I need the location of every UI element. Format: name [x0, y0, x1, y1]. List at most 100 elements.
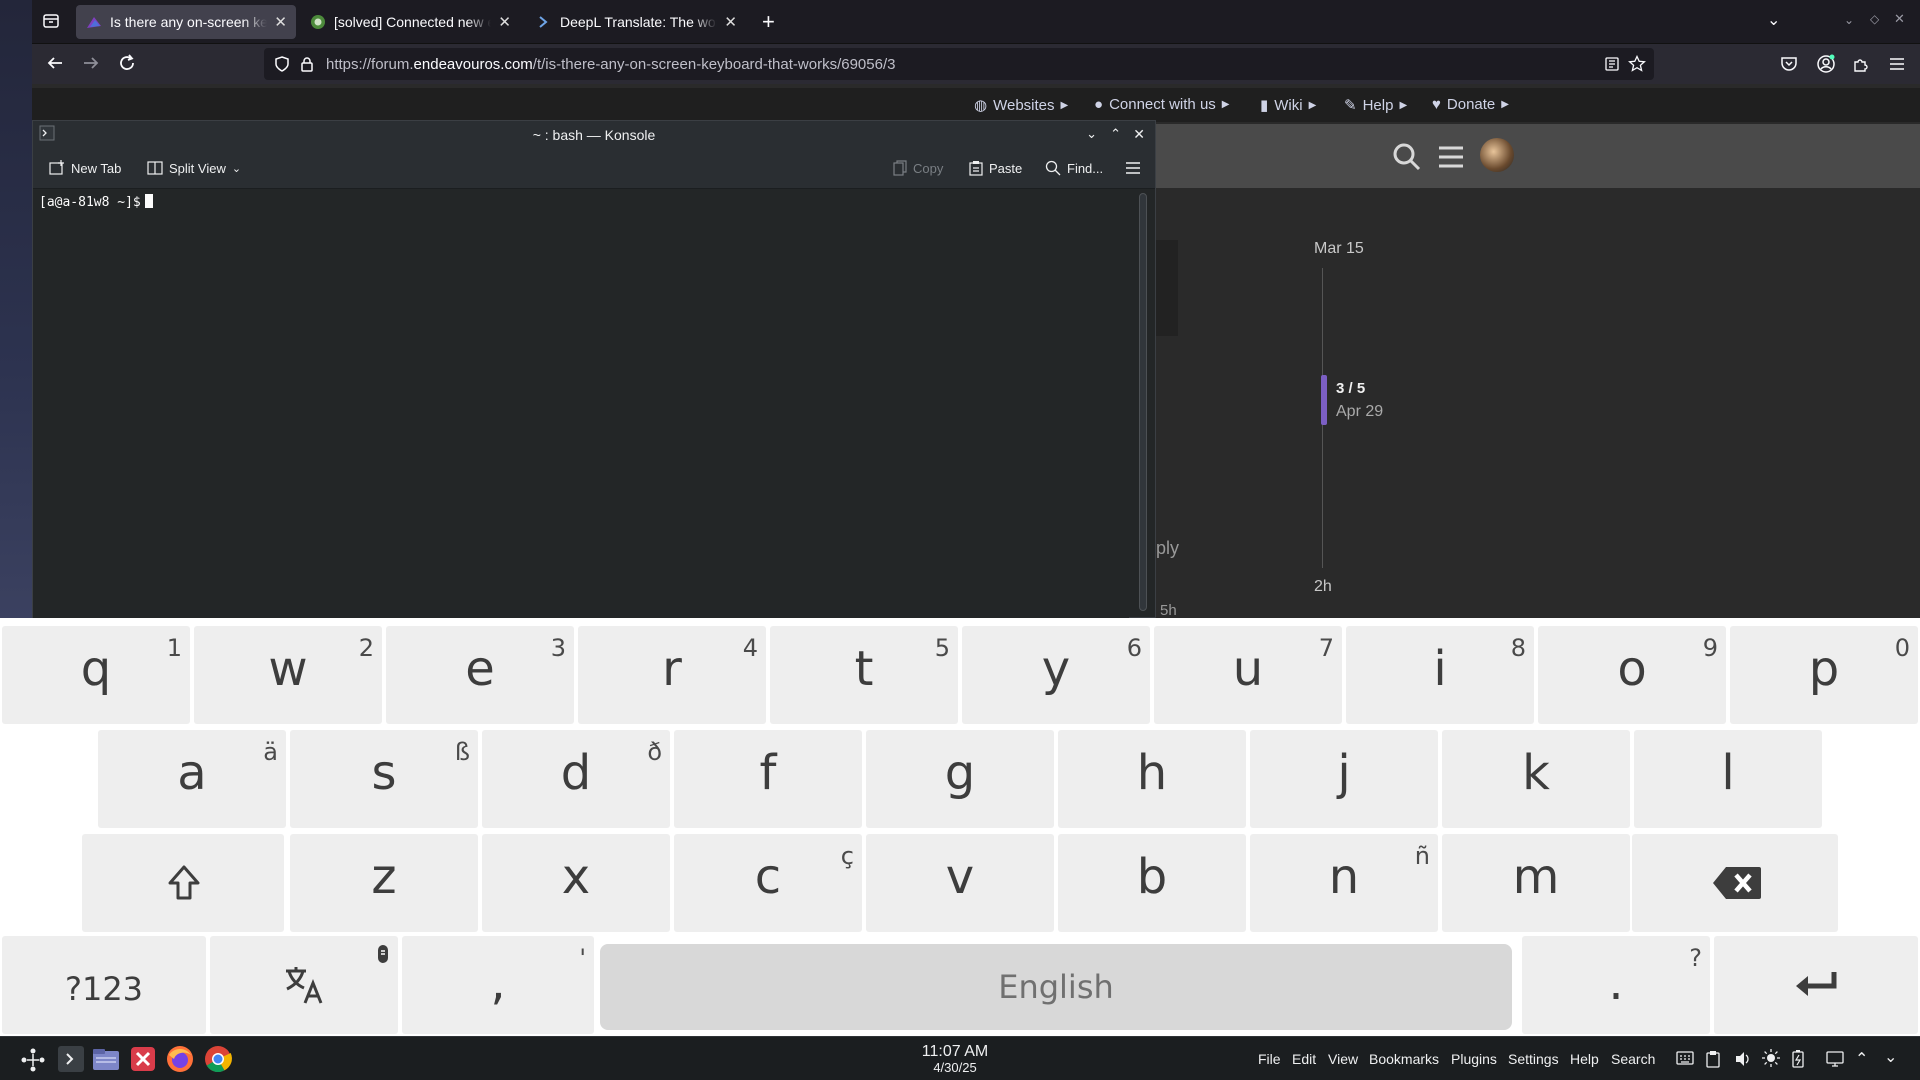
avatar[interactable]	[1480, 138, 1514, 172]
space-bar[interactable]: English	[600, 944, 1512, 1030]
key-k[interactable]: k	[1442, 730, 1630, 828]
virtual-keyboard-tray-icon[interactable]	[1676, 1050, 1694, 1066]
peek-desktop-chevron[interactable]: ⌄	[1884, 1047, 1897, 1067]
menu-view[interactable]: View	[1328, 1051, 1358, 1067]
paste-button[interactable]: Paste	[969, 160, 1022, 176]
key-q[interactable]: q1	[2, 626, 190, 724]
find-button[interactable]: Find...	[1045, 160, 1103, 176]
key-u[interactable]: u7	[1154, 626, 1342, 724]
chrome-icon[interactable]	[204, 1045, 232, 1073]
split-view-button[interactable]: Split View ⌄	[147, 160, 241, 176]
battery-tray-icon[interactable]	[1792, 1050, 1804, 1068]
period-key[interactable]: . ?	[1522, 936, 1710, 1034]
account-icon[interactable]	[1816, 54, 1836, 74]
key-z[interactable]: z	[290, 834, 478, 932]
konsole-titlebar[interactable]: ~ : bash — Konsole ⌄ ⌃ ✕	[33, 121, 1155, 149]
close-icon[interactable]: ✕	[1133, 126, 1145, 143]
back-arrow-icon[interactable]	[46, 54, 64, 72]
key-d[interactable]: dð	[482, 730, 670, 828]
key-a[interactable]: aä	[98, 730, 286, 828]
key-x[interactable]: x	[482, 834, 670, 932]
bookmark-star-icon[interactable]	[1628, 55, 1646, 73]
search-icon[interactable]	[1392, 142, 1422, 172]
terminal-scrollbar[interactable]	[1139, 193, 1147, 611]
pocket-icon[interactable]	[1780, 55, 1798, 73]
terminal-area[interactable]: [a@a-81w8 ~]$	[33, 190, 1129, 618]
enter-key[interactable]	[1714, 936, 1918, 1034]
url-bar[interactable]: https://forum.endeavouros.com/t/is-there…	[264, 48, 1654, 80]
close-tab-icon[interactable]: ✕	[723, 13, 738, 31]
minimize-icon[interactable]: ⌄	[1844, 13, 1854, 27]
app-menu-icon[interactable]	[1888, 55, 1906, 73]
symbols-key[interactable]: ?123	[2, 936, 206, 1034]
connect-link[interactable]: ● Connect with us ▶	[1094, 96, 1230, 113]
key-b[interactable]: b	[1058, 834, 1246, 932]
minimize-chevron-icon[interactable]: ⌄	[1086, 126, 1097, 142]
key-r[interactable]: r4	[578, 626, 766, 724]
app-launcher-icon[interactable]	[20, 1047, 46, 1073]
menu-file[interactable]: File	[1258, 1051, 1281, 1067]
key-g[interactable]: g	[866, 730, 1054, 828]
key-c[interactable]: cç	[674, 834, 862, 932]
comma-key[interactable]: , '	[402, 936, 594, 1034]
tab-solved-display[interactable]: [solved] Connected new external display …	[300, 5, 520, 39]
file-manager-icon[interactable]	[92, 1046, 120, 1072]
lock-icon[interactable]	[300, 56, 314, 72]
key-v[interactable]: v	[866, 834, 1054, 932]
menu-help[interactable]: Help	[1570, 1051, 1599, 1067]
key-w[interactable]: w2	[194, 626, 382, 724]
key-m[interactable]: m	[1442, 834, 1630, 932]
tab-onscreen-keyboard[interactable]: Is there any on-screen keyboard that wor…	[76, 5, 296, 39]
maximize-icon[interactable]: ◇	[1870, 12, 1879, 26]
new-tab-button[interactable]: New Tab	[49, 160, 121, 176]
copy-button[interactable]: Copy	[893, 160, 943, 176]
key-j[interactable]: j	[1250, 730, 1438, 828]
key-t[interactable]: t5	[770, 626, 958, 724]
hamburger-menu-icon[interactable]	[1438, 144, 1464, 170]
firefox-icon[interactable]	[166, 1045, 194, 1073]
key-n[interactable]: nñ	[1250, 834, 1438, 932]
menu-search[interactable]: Search	[1611, 1051, 1655, 1067]
menu-bookmarks[interactable]: Bookmarks	[1369, 1051, 1439, 1067]
reader-view-icon[interactable]	[1604, 56, 1620, 72]
clipboard-tray-icon[interactable]	[1706, 1050, 1720, 1068]
key-o[interactable]: o9	[1538, 626, 1726, 724]
key-f[interactable]: f	[674, 730, 862, 828]
key-y[interactable]: y6	[962, 626, 1150, 724]
shield-icon[interactable]	[274, 56, 290, 72]
menu-settings[interactable]: Settings	[1508, 1051, 1559, 1067]
wiki-link[interactable]: ▮ Wiki ▶	[1260, 96, 1316, 115]
show-hidden-icons-chevron[interactable]: ⌃	[1855, 1049, 1868, 1069]
key-e[interactable]: e3	[386, 626, 574, 724]
key-l[interactable]: l	[1634, 730, 1822, 828]
close-tab-icon[interactable]: ✕	[497, 13, 512, 31]
crossover-icon[interactable]	[130, 1046, 156, 1072]
websites-link[interactable]: ◍ Websites ▶	[974, 96, 1068, 115]
list-all-tabs-icon[interactable]: ⌄	[1767, 10, 1780, 30]
display-tray-icon[interactable]	[1826, 1050, 1844, 1068]
reload-icon[interactable]	[118, 54, 136, 72]
key-p[interactable]: p0	[1730, 626, 1918, 724]
shift-key[interactable]	[82, 834, 284, 932]
new-tab-plus-icon[interactable]: +	[762, 9, 775, 35]
close-window-icon[interactable]: ✕	[1894, 11, 1905, 27]
extensions-icon[interactable]	[1852, 55, 1870, 73]
key-s[interactable]: sß	[290, 730, 478, 828]
forward-arrow-icon[interactable]	[82, 54, 100, 72]
donate-link[interactable]: ♥ Donate ▶	[1432, 96, 1509, 113]
clock[interactable]: 11:07 AM 4/30/25	[900, 1043, 1010, 1075]
timeline-handle[interactable]	[1321, 375, 1327, 425]
konsole-taskbar-icon[interactable]	[58, 1046, 84, 1072]
key-i[interactable]: i8	[1346, 626, 1534, 724]
reply-fragment[interactable]: ply	[1156, 538, 1179, 559]
key-h[interactable]: h	[1058, 730, 1246, 828]
brightness-tray-icon[interactable]	[1762, 1049, 1780, 1067]
konsole-menu-icon[interactable]	[1125, 160, 1141, 176]
maximize-chevron-icon[interactable]: ⌃	[1110, 126, 1121, 142]
menu-plugins[interactable]: Plugins	[1451, 1051, 1497, 1067]
tab-overview-icon[interactable]	[42, 12, 60, 30]
help-link[interactable]: ✎ Help ▶	[1344, 96, 1407, 115]
volume-tray-icon[interactable]	[1734, 1050, 1752, 1068]
tab-deepl[interactable]: DeepL Translate: The world's most accura…	[526, 5, 746, 39]
menu-edit[interactable]: Edit	[1292, 1051, 1316, 1067]
